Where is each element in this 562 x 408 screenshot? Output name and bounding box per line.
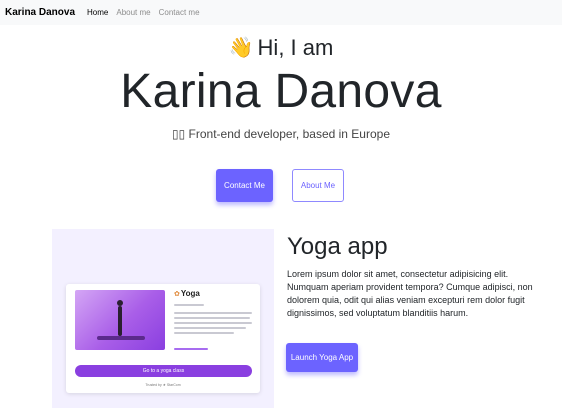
waving-hand-icon: 👋	[228, 35, 254, 59]
preview-text-line	[174, 327, 246, 329]
nav-link-contact[interactable]: Contact me	[159, 8, 200, 17]
contact-me-button[interactable]: Contact Me	[216, 169, 273, 202]
preview-text-line	[174, 312, 252, 314]
preview-footer: Trusted by ★ StarCom	[145, 383, 181, 387]
yoga-pose-image	[75, 290, 165, 350]
preview-text-line	[174, 317, 250, 319]
yoga-figure-shape	[115, 300, 125, 338]
hero-subtitle: ▯▯ Front-end developer, based in Europe	[171, 127, 390, 141]
launch-yoga-app-button[interactable]: Launch Yoga App	[286, 343, 358, 372]
preview-text-line	[174, 332, 234, 334]
preview-card: ✿Yoga Go to a yoga class Trusted by ★ St…	[66, 284, 260, 393]
preview-cta-button: Go to a yoga class	[75, 365, 252, 377]
hero-greeting: 👋 Hi, I am	[0, 35, 562, 61]
nav-link-about[interactable]: About me	[116, 8, 150, 17]
project-title: Yoga app	[287, 233, 388, 260]
yoga-app-preview-image: ✿Yoga Go to a yoga class Trusted by ★ St…	[52, 229, 274, 408]
figure-body	[118, 306, 122, 336]
preview-logo: ✿Yoga	[174, 289, 200, 298]
greeting-text: Hi, I am	[257, 35, 334, 60]
about-me-button[interactable]: About Me	[292, 169, 344, 202]
preview-text-line	[174, 304, 204, 306]
project-description: Lorem ipsum dolor sit amet, consectetur …	[287, 269, 533, 318]
navbar-brand[interactable]: Karina Danova	[5, 7, 75, 18]
preview-link-line	[174, 348, 208, 350]
preview-logo-text: Yoga	[180, 289, 200, 298]
nav-link-home[interactable]: Home	[87, 8, 108, 17]
hero-name: Karina Danova	[120, 65, 442, 118]
preview-text-line	[174, 322, 252, 324]
top-navbar: Karina Danova Home About me Contact me	[0, 0, 562, 25]
lotus-icon: ✿	[174, 291, 180, 298]
